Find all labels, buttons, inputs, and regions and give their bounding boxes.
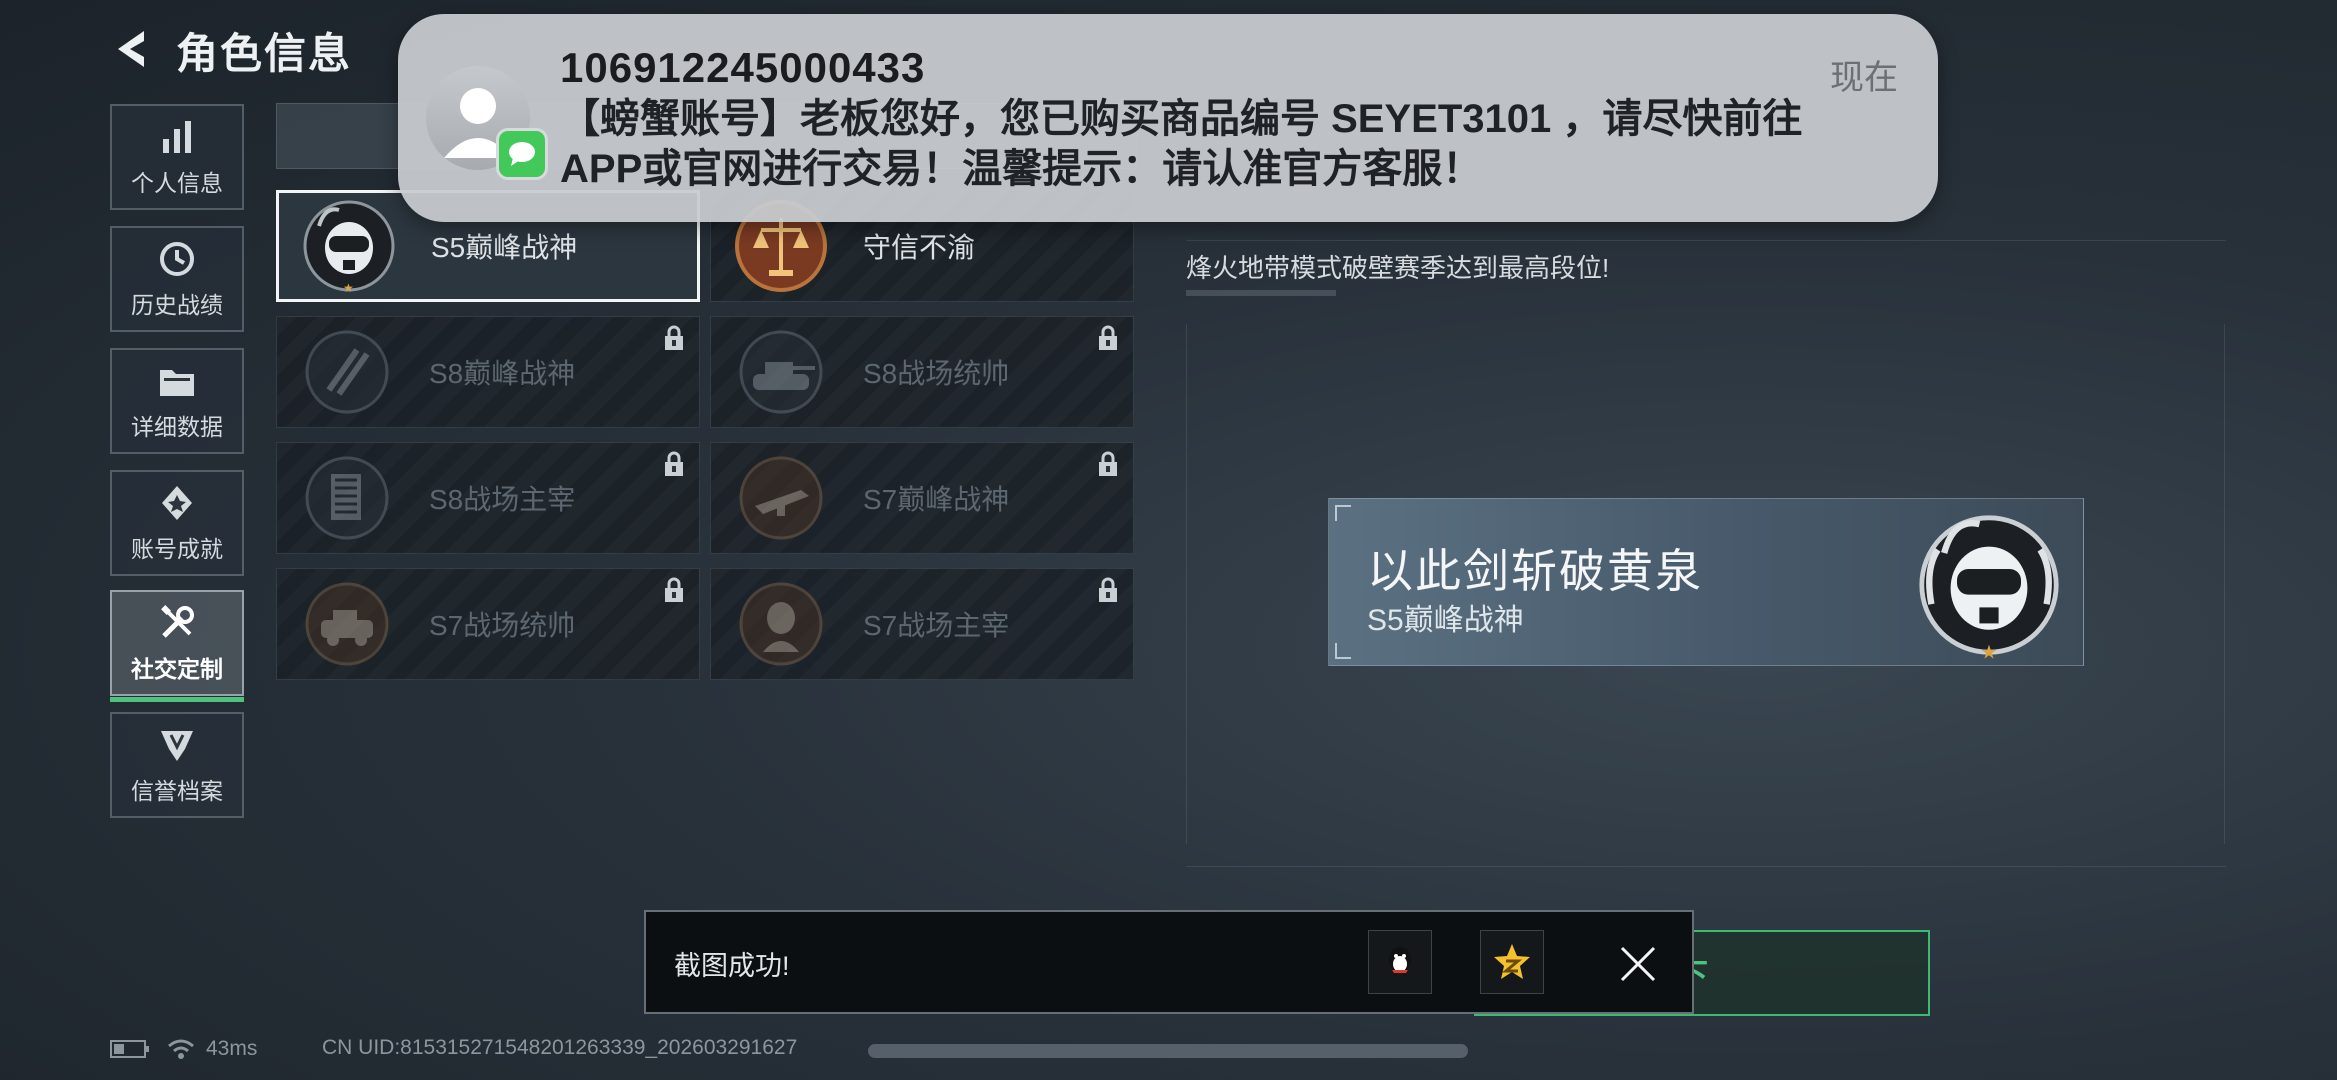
badge-item[interactable]: S8战场统帅	[710, 316, 1134, 428]
badge-item[interactable]: S7战场主宰	[710, 568, 1134, 680]
badge-name: S7战场统帅	[429, 610, 576, 641]
slash-medal-icon	[297, 322, 397, 422]
lock-icon	[665, 451, 683, 476]
building-medal-icon	[297, 448, 397, 548]
vehicle-medal-icon	[297, 574, 397, 674]
badge-item[interactable]: S7巅峰战神	[710, 442, 1134, 554]
back-button[interactable]	[108, 22, 152, 76]
sidebar-item-detail-data[interactable]: 详细数据	[110, 348, 244, 454]
notification-time: 现在	[1830, 59, 1898, 97]
divider	[2224, 324, 2225, 844]
soldier-medal-icon	[731, 574, 831, 674]
badge-name: S7战场主宰	[863, 610, 1010, 641]
folder-icon	[156, 360, 198, 402]
sidebar-item-history[interactable]: 历史战绩	[110, 226, 244, 332]
badge-item[interactable]: S8巅峰战神	[276, 316, 700, 428]
description-bar	[1186, 290, 1336, 296]
badge-item[interactable]: S8战场主宰	[276, 442, 700, 554]
sms-notification[interactable]: 106912245000433 现在 【螃蟹账号】老板您好，您已购买商品编号 S…	[398, 14, 1938, 222]
svg-text:★: ★	[1980, 643, 1997, 664]
sidebar-item-personal-info[interactable]: 个人信息	[110, 104, 244, 210]
home-indicator[interactable]	[868, 1044, 1468, 1058]
uid-text: CN UID:815315271548201263339_20260329162…	[322, 1036, 798, 1059]
skull-medal-icon: ★	[1909, 505, 2069, 665]
ping-value: 43ms	[206, 1037, 258, 1060]
badge-name: S8战场统帅	[863, 358, 1010, 389]
lock-icon	[1099, 577, 1117, 602]
sidebar-item-label: 社交定制	[131, 656, 223, 682]
badge-description: 烽火地带模式破壁赛季达到最高段位!	[1186, 253, 1610, 283]
sidebar-item-social-custom[interactable]: 社交定制	[110, 590, 244, 702]
tank-medal-icon	[731, 322, 831, 422]
preview-badge-name: S5巅峰战神	[1367, 604, 1524, 637]
notification-body: 【螃蟹账号】老板您好，您已购买商品编号 SEYET3101 ，请尽快前往APP或…	[560, 97, 1803, 191]
corner-mark	[1335, 643, 1351, 659]
sidebar-item-label: 个人信息	[131, 170, 223, 196]
sidebar-item-label: 详细数据	[131, 414, 223, 440]
share-qq-button[interactable]	[1368, 930, 1432, 994]
skull-medal-icon: ★	[299, 196, 399, 296]
clock-icon	[156, 238, 198, 280]
share-qzone-button[interactable]	[1480, 930, 1544, 994]
sidebar-item-label: 信誉档案	[131, 778, 223, 804]
nameplate-preview: 以此剑斩破黄泉 S5巅峰战神 ★	[1328, 498, 2084, 666]
lock-icon	[665, 325, 683, 350]
bar-chart-icon	[156, 116, 198, 158]
badge-name: S8战场主宰	[429, 484, 576, 515]
qzone-icon	[1494, 944, 1530, 979]
page-title: 角色信息	[176, 30, 353, 77]
sidebar-item-credit-record[interactable]: 信誉档案	[110, 712, 244, 818]
tools-icon	[156, 602, 198, 644]
divider	[1186, 324, 1187, 844]
lock-icon	[665, 577, 683, 602]
messages-app-icon	[496, 128, 548, 180]
divider	[1186, 240, 2226, 241]
preview-motto: 以此剑斩破黄泉	[1367, 545, 1703, 597]
sidebar-item-achievements[interactable]: 账号成就	[110, 470, 244, 576]
corner-mark	[1335, 505, 1351, 521]
sidebar-item-label: 历史战绩	[131, 292, 223, 318]
badge-name: S8巅峰战神	[429, 358, 576, 389]
notification-sender: 106912245000433	[560, 44, 926, 91]
badge-item[interactable]: S7战场统帅	[276, 568, 700, 680]
badge-name: S7巅峰战神	[863, 484, 1010, 515]
battery-icon	[110, 1040, 149, 1058]
back-arrow-icon	[118, 31, 144, 67]
qq-icon	[1389, 947, 1411, 973]
lock-icon	[1099, 325, 1117, 350]
badge-name: S5巅峰战神	[431, 232, 578, 263]
toast-message: 截图成功!	[674, 951, 790, 981]
status-bar: 43ms	[110, 1034, 257, 1064]
wifi-icon	[168, 1039, 194, 1059]
badge-name: 守信不渝	[863, 232, 976, 263]
divider	[1186, 866, 2226, 867]
sidebar-item-label: 账号成就	[131, 536, 223, 562]
weapon-medal-icon	[731, 448, 831, 548]
close-icon[interactable]	[1616, 942, 1660, 986]
screenshot-toast: 截图成功!	[644, 910, 1694, 1014]
star-icon: ★	[343, 281, 354, 295]
shield-icon	[156, 724, 198, 766]
lock-icon	[1099, 451, 1117, 476]
achievement-icon	[156, 482, 198, 524]
